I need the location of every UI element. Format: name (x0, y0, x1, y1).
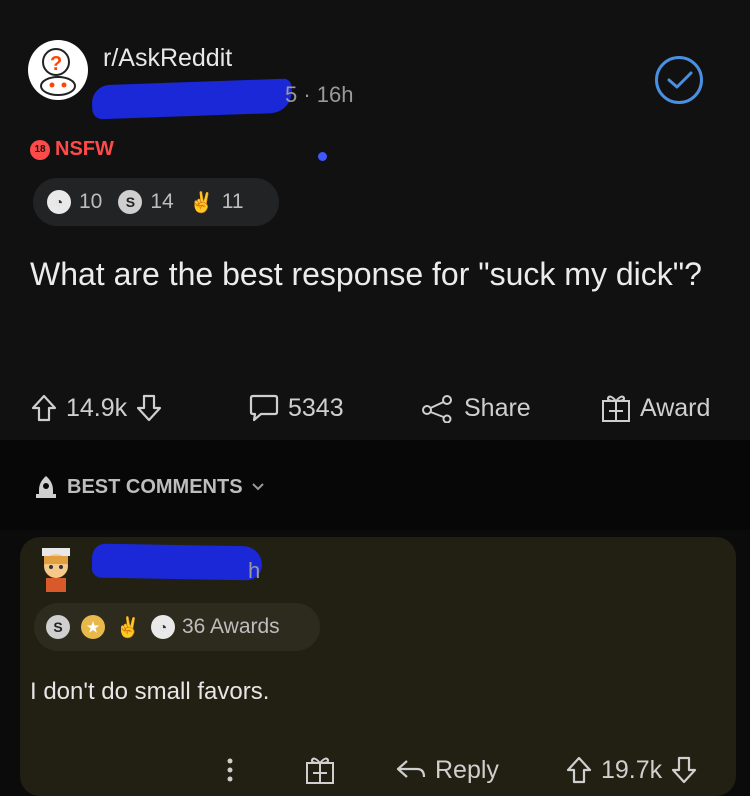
comment-award-button[interactable] (304, 748, 336, 792)
awards-count-label: 36 Awards (182, 615, 280, 638)
share-label: Share (464, 393, 531, 422)
silver-award-icon: S (118, 190, 143, 214)
commenter-avatar[interactable] (34, 546, 78, 596)
gold-award-icon: ★ (81, 615, 105, 639)
upvote-icon[interactable] (30, 393, 58, 423)
award-count: 10 (79, 190, 103, 213)
wholesome-award-icon: ◔ (47, 190, 71, 214)
sort-dropdown[interactable]: BEST COMMENTS (33, 474, 265, 500)
silver-award-icon: S (46, 615, 70, 639)
gift-award-icon (306, 757, 334, 784)
helpful-award-icon: ✌ (115, 616, 141, 639)
comment-meta: h (248, 558, 261, 583)
comment-vote-group: 19.7k (565, 748, 698, 792)
share-icon (422, 395, 452, 423)
post-title[interactable]: What are the best response for "suck my … (30, 254, 720, 294)
comments-button[interactable]: 5343 (248, 386, 344, 430)
upvote-icon[interactable] (565, 755, 593, 785)
post-action-bar: 14.9k 5343 Share Award (0, 386, 750, 430)
svg-text:?: ? (50, 53, 62, 75)
award-count: 14 (150, 190, 174, 213)
comment-awards[interactable]: S ★ ✌ ◔ 36 Awards (34, 603, 320, 651)
checkmark-icon (667, 71, 693, 89)
subreddit-name[interactable]: r/AskReddit (103, 44, 232, 73)
helpful-award-icon: ✌ (189, 191, 215, 214)
comment-bubble-icon (249, 394, 279, 422)
subreddit-avatar[interactable]: ? (28, 40, 88, 100)
share-button[interactable]: Share (420, 386, 531, 430)
comment-body: I don't do small favors. (30, 678, 270, 705)
nsfw-18-icon: 18 (30, 139, 50, 160)
more-vertical-icon (227, 758, 233, 782)
comment-upvote-count: 19.7k (601, 755, 663, 784)
more-options-button[interactable] (224, 748, 236, 792)
snoo-question-icon: ? (29, 41, 87, 99)
reply-label: Reply (435, 755, 499, 784)
wholesome-award-icon: ◔ (151, 615, 175, 639)
commenter-redaction (91, 543, 263, 581)
nsfw-label: NSFW (55, 138, 114, 160)
post-awards[interactable]: ◔ 10 S 14 ✌ 11 (33, 178, 279, 226)
post-meta: 5 · 16h (285, 82, 354, 107)
award-button[interactable]: Award (600, 386, 710, 430)
reply-arrow-icon (396, 760, 426, 778)
downvote-icon[interactable] (135, 393, 163, 423)
gift-award-icon (602, 395, 630, 422)
nsfw-tag: 18 NSFW (30, 138, 114, 161)
username-redaction (91, 78, 293, 120)
comment-count: 5343 (288, 393, 344, 422)
new-indicator-dot (318, 152, 327, 161)
reply-button[interactable]: Reply (395, 748, 499, 792)
avatar-icon (42, 548, 70, 592)
sort-label: BEST COMMENTS (67, 475, 243, 498)
vote-group: 14.9k (30, 386, 163, 430)
award-label: Award (640, 393, 711, 422)
chevron-down-icon (251, 483, 264, 491)
award-count: 11 (221, 190, 244, 213)
joined-check-button[interactable] (655, 56, 703, 104)
upvote-count: 14.9k (66, 393, 128, 422)
rocket-icon (36, 476, 56, 498)
downvote-icon[interactable] (670, 755, 698, 785)
comment-action-bar: Reply 19.7k (0, 748, 750, 792)
